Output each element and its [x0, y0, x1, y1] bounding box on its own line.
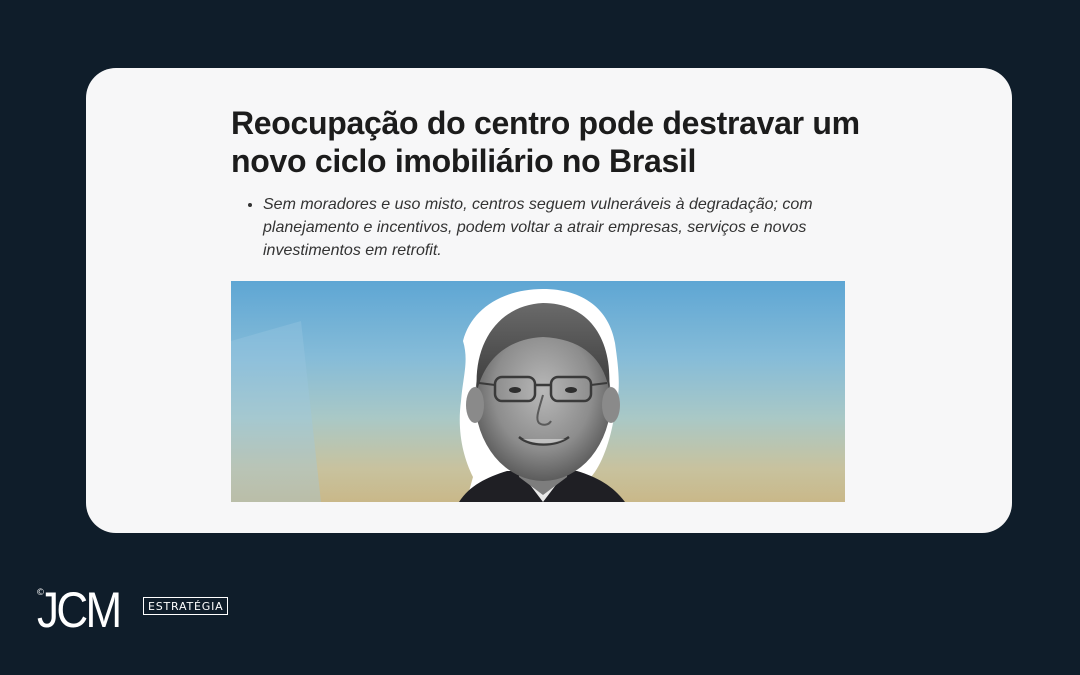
article-card: Reocupação do centro pode destravar um n… [86, 68, 1012, 533]
slide: { "article": { "headline": "Reocupação d… [0, 0, 1080, 675]
article-summary-list: Sem moradores e uso misto, centros segue… [246, 193, 843, 262]
logo-tagline: ESTRATÉGIA [143, 597, 229, 615]
portrait-photo-icon [231, 289, 625, 502]
article-photo [231, 281, 845, 502]
article-headline: Reocupação do centro pode destravar um n… [231, 105, 860, 179]
logo-wordmark: JCM [37, 582, 122, 638]
article-summary-item: Sem moradores e uso misto, centros segue… [263, 193, 843, 262]
